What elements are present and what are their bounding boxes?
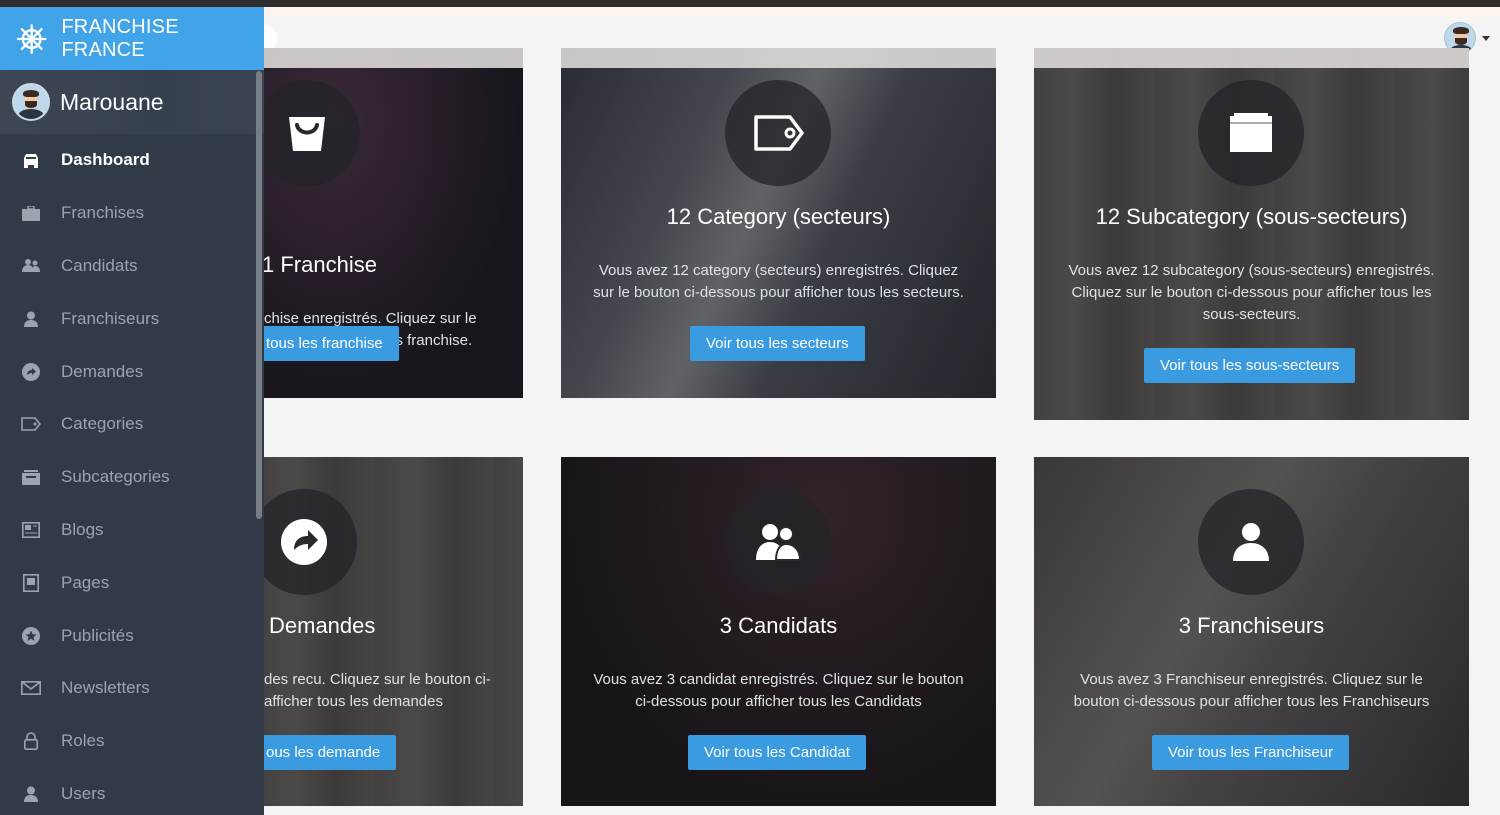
book-icon	[20, 573, 42, 593]
view-franchises-button[interactable]: tous les franchise	[254, 326, 399, 361]
shopping-bag-icon	[254, 80, 360, 186]
card-demandes: Demandes des recu. Cliquez sur le bouton…	[254, 457, 523, 806]
sidebar-item-demandes[interactable]: Demandes	[0, 345, 264, 398]
sidebar-item-users[interactable]: Users	[0, 768, 264, 815]
card-title: 12 Subcategory (sous-secteurs)	[1095, 204, 1408, 229]
card-subcategories: 12 Subcategory (sous-secteurs) Vous avez…	[1034, 48, 1469, 420]
star-icon	[20, 626, 42, 646]
user-icon	[20, 309, 42, 329]
card-title: Demandes	[269, 613, 376, 638]
sidebar-item-newsletters[interactable]: Newsletters	[0, 662, 264, 715]
card-franchiseurs: 3 Franchiseurs Vous avez 3 Franchiseur e…	[1034, 457, 1469, 806]
sidebar-nav: Dashboard Franchises Candidats Franchise…	[0, 134, 264, 815]
card-categories: 12 Category (secteurs) Vous avez 12 cate…	[561, 48, 996, 398]
card-title: 1 Franchise	[262, 252, 377, 277]
card-text: des recu. Cliquez sur le bouton ci-affic…	[264, 671, 491, 710]
sidebar-item-subcategories[interactable]: Subcategories	[0, 451, 264, 504]
user-profile[interactable]: Marouane	[0, 70, 264, 134]
view-candidats-button[interactable]: Voir tous les Candidat	[688, 735, 866, 770]
top-bar	[264, 7, 1500, 17]
brand-name: FRANCHISE FRANCE	[61, 15, 179, 61]
tag-icon	[20, 414, 42, 434]
sidebar-item-franchiseurs[interactable]: Franchiseurs	[0, 292, 264, 345]
card-franchises: 1 Franchise chise enregistrés. Cliquez s…	[254, 48, 523, 398]
card-text: Vous avez 3 candidat enregistrés. Clique…	[593, 671, 964, 710]
inbox-icon	[20, 467, 42, 487]
chevron-down-icon	[1482, 35, 1490, 41]
dashboard-icon	[20, 150, 42, 170]
card-text: Vous avez 3 Franchiseur enregistrés. Cli…	[1073, 671, 1430, 710]
user-icon	[1198, 489, 1304, 595]
sidebar-item-franchises[interactable]: Franchises	[0, 187, 264, 240]
users-icon	[725, 489, 831, 595]
ship-wheel-icon	[16, 23, 47, 54]
sidebar-item-pages[interactable]: Pages	[0, 556, 264, 609]
sidebar-item-dashboard[interactable]: Dashboard	[0, 134, 264, 187]
newspaper-icon	[20, 520, 42, 540]
share-icon	[254, 489, 357, 595]
sidebar: FRANCHISE FRANCE Marouane Dashboard Fran…	[0, 7, 264, 815]
users-icon	[20, 256, 42, 276]
user-name: Marouane	[60, 88, 164, 115]
view-categories-button[interactable]: Voir tous les secteurs	[690, 326, 865, 361]
card-title: 3 Candidats	[719, 613, 838, 638]
envelope-icon	[20, 678, 42, 698]
inbox-icon	[1198, 80, 1304, 186]
sidebar-item-blogs[interactable]: Blogs	[0, 504, 264, 557]
user-icon	[20, 784, 42, 804]
lock-icon	[20, 731, 42, 751]
sidebar-scrollbar[interactable]	[256, 71, 262, 519]
card-text: Vous avez 12 subcategory (sous-secteurs)…	[1068, 262, 1435, 323]
avatar	[12, 83, 50, 121]
view-subcategories-button[interactable]: Voir tous les sous-secteurs	[1144, 348, 1356, 383]
briefcase-icon	[20, 203, 42, 223]
brand[interactable]: FRANCHISE FRANCE	[0, 7, 264, 70]
card-text: Vous avez 12 category (secteurs) enregis…	[593, 262, 964, 301]
view-demandes-button[interactable]: ous les demande	[254, 735, 397, 770]
card-candidats: 3 Candidats Vous avez 3 candidat enregis…	[561, 457, 996, 806]
view-franchiseurs-button[interactable]: Voir tous les Franchiseur	[1152, 735, 1350, 770]
card-title: 12 Category (secteurs)	[666, 204, 891, 229]
card-title: 3 Franchiseurs	[1178, 613, 1325, 638]
sidebar-item-categories[interactable]: Categories	[0, 398, 264, 451]
top-strip	[0, 0, 1500, 7]
sidebar-item-candidats[interactable]: Candidats	[0, 240, 264, 293]
sidebar-item-roles[interactable]: Roles	[0, 715, 264, 768]
tag-icon	[725, 80, 831, 186]
sidebar-item-publicites[interactable]: Publicités	[0, 609, 264, 662]
share-icon	[20, 362, 42, 382]
